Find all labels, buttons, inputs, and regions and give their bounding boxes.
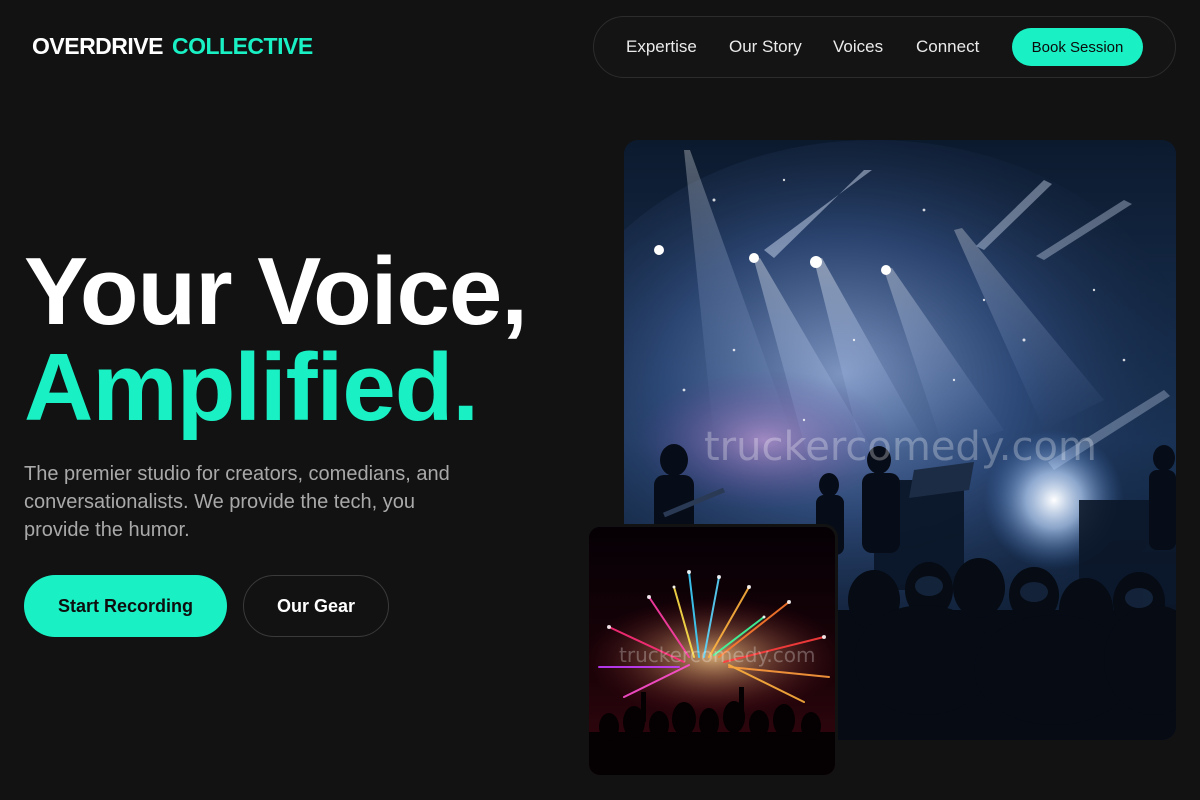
brand-logo[interactable]: OVERDRIVE COLLECTIVE [32,33,313,60]
fireworks-image: truckercomedy.com [586,524,838,778]
nav-link-voices[interactable]: Voices [833,37,883,57]
nav-link-connect[interactable]: Connect [916,37,979,57]
main-image-watermark: truckercomedy.com [704,424,1097,470]
inset-image-watermark: truckercomedy.com [619,643,816,667]
brand-name-accent: COLLECTIVE [171,33,313,59]
nav-link-expertise[interactable]: Expertise [626,37,697,57]
brand-name-primary: OVERDRIVE [32,33,163,59]
main-nav: Expertise Our Story Voices Connect Book … [593,16,1176,78]
hero-headline-accent: Amplified. [24,334,479,441]
start-recording-button[interactable]: Start Recording [24,575,227,637]
nav-link-our-story[interactable]: Our Story [729,37,802,57]
our-gear-button[interactable]: Our Gear [243,575,389,637]
page: OVERDRIVE COLLECTIVE Expertise Our Story … [0,0,1200,800]
hero-description: The premier studio for creators, comedia… [24,463,450,541]
hero-headline: Your Voice, [24,238,528,345]
book-session-button[interactable]: Book Session [1012,28,1143,66]
